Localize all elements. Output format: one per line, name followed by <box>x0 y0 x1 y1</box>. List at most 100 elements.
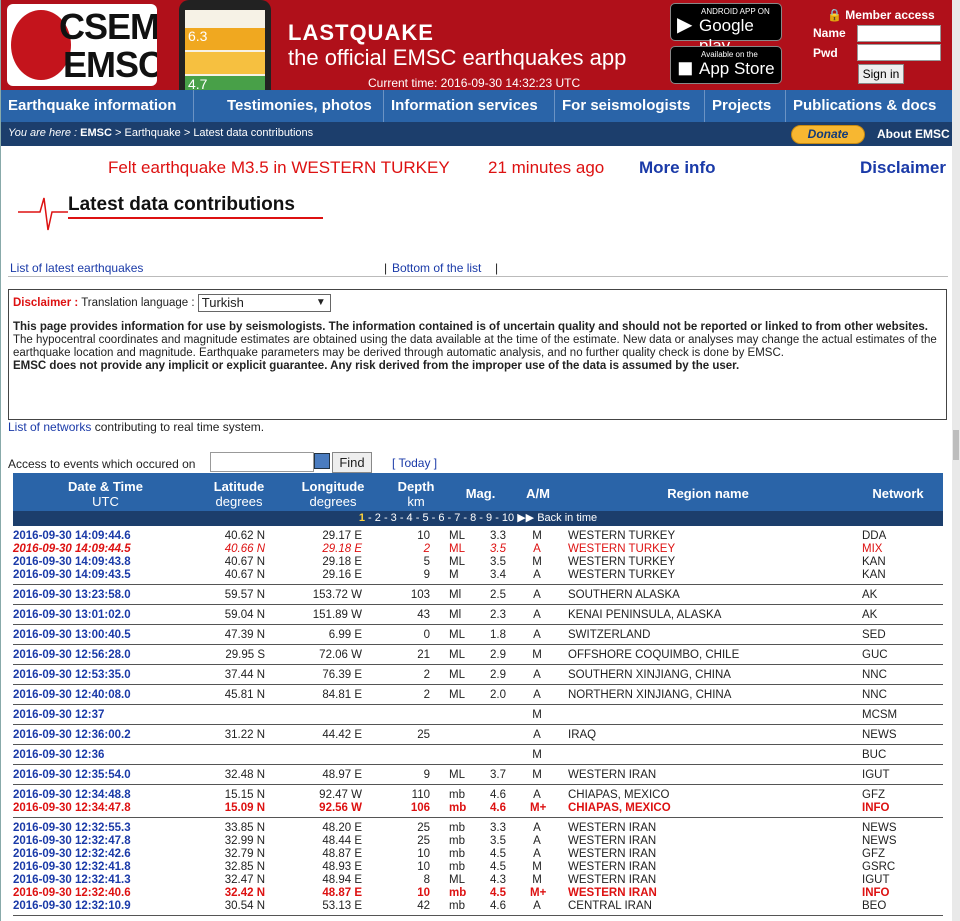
event-datetime-link[interactable]: 2016-09-30 12:32:40.6 <box>13 887 131 900</box>
back-in-time-link[interactable]: Back in time <box>537 512 597 524</box>
col-am[interactable]: A/M <box>518 486 558 501</box>
nav-for-seismologists[interactable]: For seismologists <box>555 90 705 122</box>
event-datetime-link[interactable]: 2016-09-30 13:01:02.0 <box>13 609 131 622</box>
col-network[interactable]: Network <box>858 486 938 501</box>
table-row[interactable]: 2016-09-30 13:00:40.5 47.39 N 6.99 E 0 ML 1.8… <box>13 629 943 642</box>
event-datetime-link[interactable]: 2016-09-30 12:32:47.8 <box>13 835 131 848</box>
event-datetime-link[interactable]: 2016-09-30 13:23:58.0 <box>13 589 131 602</box>
date-input[interactable] <box>210 452 314 472</box>
latest-earthquakes-link[interactable]: List of latest earthquakes <box>10 261 143 275</box>
vertical-scrollbar[interactable] <box>952 0 960 921</box>
network-cell: GFZ <box>862 848 885 860</box>
mag-type-cell: mb <box>449 887 467 899</box>
latitude-cell: 47.39 N <box>224 629 265 641</box>
table-row[interactable]: 2016-09-30 14:09:44.5 40.66 N 29.18 E 2 ML 3.… <box>13 543 943 556</box>
nav-information-services[interactable]: Information services <box>384 90 555 122</box>
event-datetime-link[interactable]: 2016-09-30 12:36:00.2 <box>13 729 131 742</box>
table-row[interactable]: 2016-09-30 12:32:55.3 33.85 N 48.20 E 25 mb 3… <box>13 822 943 835</box>
table-row[interactable]: 2016-09-30 12:36 M BUC <box>13 749 943 762</box>
calendar-icon[interactable] <box>314 453 330 469</box>
table-row[interactable]: 2016-09-30 12:32:47.8 32.99 N 48.44 E 25 mb 3… <box>13 835 943 848</box>
event-datetime-link[interactable]: 2016-09-30 12:32:10.9 <box>13 900 131 913</box>
table-row[interactable]: 2016-09-30 12:32:41.8 32.85 N 48.93 E 10 mb 4… <box>13 861 943 874</box>
table-row[interactable]: 2016-09-30 12:32:42.6 32.79 N 48.87 E 10 mb 4… <box>13 848 943 861</box>
col-magnitude[interactable]: Mag. <box>458 486 503 501</box>
event-datetime-link[interactable]: 2016-09-30 12:36 <box>13 749 104 762</box>
table-header: Date & Time UTC Latitude degrees Longitude… <box>13 473 943 511</box>
nav-projects[interactable]: Projects <box>705 90 786 122</box>
sign-in-button[interactable]: Sign in <box>858 64 904 84</box>
table-row[interactable]: 2016-09-30 13:23:58.0 59.57 N 153.72 W 103 M… <box>13 589 943 602</box>
breadcrumb: You are here : EMSC > Earthquake > Lates… <box>8 127 313 139</box>
about-emsc-link[interactable]: About EMSC <box>877 127 950 141</box>
table-row[interactable]: 2016-09-30 12:34:48.8 15.15 N 92.47 W 110 mb… <box>13 789 943 802</box>
event-datetime-link[interactable]: 2016-09-30 14:09:44.5 <box>13 543 131 556</box>
csem-emsc-logo[interactable]: CSEM EMSC <box>7 4 157 86</box>
event-datetime-link[interactable]: 2016-09-30 12:32:41.8 <box>13 861 131 874</box>
table-row[interactable]: 2016-09-30 12:32:10.9 30.54 N 53.13 E 42 mb 4… <box>13 900 943 913</box>
table-row[interactable]: 2016-09-30 12:56:28.0 29.95 S 72.06 W 21 ML 2… <box>13 649 943 662</box>
col-depth[interactable]: Depth km <box>391 479 441 509</box>
selected-language: Turkish <box>201 295 244 310</box>
google-play-badge[interactable]: ▶ ANDROID APP ON Google play <box>670 3 782 55</box>
event-datetime-link[interactable]: 2016-09-30 12:32:42.6 <box>13 848 131 861</box>
event-datetime-link[interactable]: 2016-09-30 14:09:44.6 <box>13 530 131 543</box>
table-row[interactable]: 2016-09-30 12:40:08.0 45.81 N 84.81 E 2 ML 2.… <box>13 689 943 702</box>
table-row[interactable]: 2016-09-30 12:53:35.0 37.44 N 76.39 E 2 ML 2.… <box>13 669 943 682</box>
networks-link[interactable]: List of networks <box>8 420 91 434</box>
disclaimer-link[interactable]: Disclaimer <box>860 158 946 178</box>
scrollbar-thumb[interactable] <box>953 430 959 460</box>
page-links[interactable]: - 2 - 3 - 4 - 5 - 6 - 7 - 8 - 9 - 10 <box>365 512 514 524</box>
event-datetime-link[interactable]: 2016-09-30 12:40:08.0 <box>13 689 131 702</box>
mag-type-cell: ML <box>449 669 465 681</box>
table-row[interactable]: 2016-09-30 12:36:00.2 31.22 N 44.42 E 25 A IR… <box>13 729 943 742</box>
table-row[interactable]: 2016-09-30 12:34:47.8 15.09 N 92.56 W 106 mb… <box>13 802 943 815</box>
col-latitude[interactable]: Latitude degrees <box>198 479 280 509</box>
event-datetime-link[interactable]: 2016-09-30 13:00:40.5 <box>13 629 131 642</box>
longitude-cell: 92.56 W <box>319 802 362 814</box>
region-cell: WESTERN IRAN <box>568 822 657 834</box>
table-row[interactable]: 2016-09-30 12:32:40.6 32.42 N 48.87 E 10 mb 4… <box>13 887 943 900</box>
table-row[interactable]: 2016-09-30 14:09:44.6 40.62 N 29.17 E 10 ML 3… <box>13 530 943 543</box>
name-input[interactable] <box>857 25 941 42</box>
col-longitude[interactable]: Longitude degrees <box>288 479 378 509</box>
longitude-cell: 29.18 E <box>322 556 362 568</box>
nav-publications-docs[interactable]: Publications & docs <box>786 90 953 122</box>
title-underline <box>68 217 323 219</box>
event-datetime-link[interactable]: 2016-09-30 12:53:35.0 <box>13 669 131 682</box>
more-info-link[interactable]: More info <box>639 158 716 178</box>
event-datetime-link[interactable]: 2016-09-30 12:56:28.0 <box>13 649 131 662</box>
longitude-cell: 48.94 E <box>322 874 362 886</box>
today-link[interactable]: [ Today ] <box>392 456 437 470</box>
event-datetime-link[interactable]: 2016-09-30 12:34:48.8 <box>13 789 131 802</box>
depth-cell: 21 <box>417 649 430 661</box>
event-datetime-link[interactable]: 2016-09-30 12:32:41.3 <box>13 874 131 887</box>
password-input[interactable] <box>857 44 941 61</box>
table-row[interactable]: 2016-09-30 14:09:43.5 40.67 N 29.16 E 9 M 3.4… <box>13 569 943 582</box>
event-datetime-link[interactable]: 2016-09-30 14:09:43.5 <box>13 569 131 582</box>
table-row[interactable]: 2016-09-30 12:37 M MCSM <box>13 709 943 722</box>
donate-button[interactable]: Donate <box>791 125 865 144</box>
nav-earthquake-information[interactable]: Earthquake information <box>1 90 194 122</box>
find-button[interactable]: Find <box>332 452 372 473</box>
event-datetime-link[interactable]: 2016-09-30 12:37 <box>13 709 104 722</box>
table-row[interactable]: 2016-09-30 14:09:43.8 40.67 N 29.18 E 5 ML 3.… <box>13 556 943 569</box>
bottom-of-list-link[interactable]: Bottom of the list <box>392 261 481 275</box>
breadcrumb-earthquake[interactable]: Earthquake <box>125 127 181 139</box>
translation-language-select[interactable]: Turkish ▼ <box>197 294 331 312</box>
felt-quake-text[interactable]: Felt earthquake M3.5 in WESTERN TURKEY <box>108 158 450 178</box>
col-region[interactable]: Region name <box>633 486 783 501</box>
table-row[interactable]: 2016-09-30 12:32:41.3 32.47 N 48.94 E 8 ML 4.… <box>13 874 943 887</box>
magnitude-cell: 4.6 <box>490 802 506 814</box>
app-store-badge[interactable]: ◼ Available on the App Store <box>670 46 782 84</box>
event-datetime-link[interactable]: 2016-09-30 12:32:55.3 <box>13 822 131 835</box>
latitude-cell: 30.54 N <box>224 900 265 912</box>
event-datetime-link[interactable]: 2016-09-30 12:35:54.0 <box>13 769 131 782</box>
event-datetime-link[interactable]: 2016-09-30 12:34:47.8 <box>13 802 131 815</box>
table-row[interactable]: 2016-09-30 13:01:02.0 59.04 N 151.89 W 43 Ml… <box>13 609 943 622</box>
nav-testimonies-photos[interactable]: Testimonies, photos <box>194 90 384 122</box>
event-datetime-link[interactable]: 2016-09-30 14:09:43.8 <box>13 556 131 569</box>
col-datetime[interactable]: Date & Time UTC <box>13 479 198 509</box>
breadcrumb-emsc[interactable]: EMSC <box>80 127 112 139</box>
table-row[interactable]: 2016-09-30 12:35:54.0 32.48 N 48.97 E 9 ML 3.… <box>13 769 943 782</box>
